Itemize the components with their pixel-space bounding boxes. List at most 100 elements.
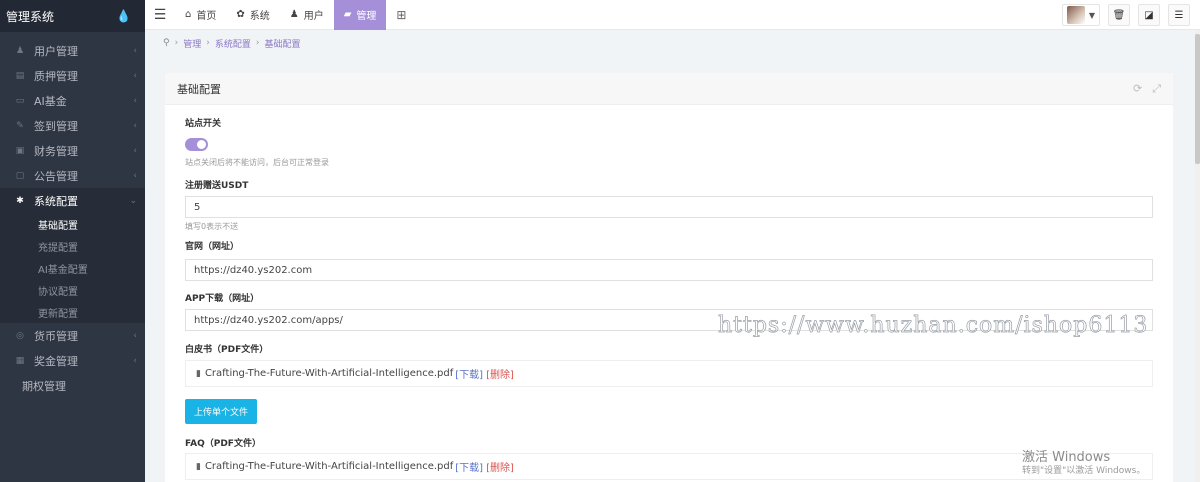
sidebar-item[interactable]: ▣ 财务管理 ‹ xyxy=(0,138,145,163)
whitepaper-label: 白皮书（PDF文件） xyxy=(185,345,269,355)
sidebar-item[interactable]: ✎ 签到管理 ‹ xyxy=(0,113,145,138)
sidebar-item-label: 系统配置 xyxy=(34,194,78,208)
app-title: 管理系统 xyxy=(6,9,55,24)
nav-tab[interactable]: ▰ 管理 xyxy=(333,0,387,30)
sidebar-item[interactable]: 期权管理 xyxy=(0,373,145,398)
scrollbar-thumb[interactable] xyxy=(1195,34,1200,164)
expand-icon[interactable]: ⤢ xyxy=(1152,82,1161,96)
panel-header: 基础配置 ⟳ ⤢ xyxy=(165,73,1173,105)
user-icon: ♟ xyxy=(289,9,299,20)
menu-toggle-icon[interactable]: ☰ xyxy=(145,7,175,23)
faq-file: ▮ Crafting-The-Future-With-Artificial-In… xyxy=(185,453,1153,480)
monitor-icon: ▭ xyxy=(15,95,25,106)
sliders-icon: ☰ xyxy=(1174,9,1184,21)
upload-file-button[interactable]: 上传单个文件 xyxy=(185,399,257,424)
toggle-knob xyxy=(197,140,206,149)
panel-body: 站点开关 站点关闭后将不能访问，后台可正常登录 注册赠送USDT 5 填写0表示… xyxy=(165,105,1173,480)
nav-tab-label: 用户 xyxy=(303,11,324,22)
site-switch-help: 站点关闭后将不能访问，后台可正常登录 xyxy=(185,158,329,167)
chevron-left-icon: ‹ xyxy=(133,330,137,341)
avatar xyxy=(1066,6,1085,24)
trash-button[interactable]: 🗑 xyxy=(1108,4,1130,26)
submenu-item[interactable]: 基础配置 xyxy=(0,213,145,235)
sidebar-item[interactable]: ◎ 货币管理 ‹ xyxy=(0,323,145,348)
nav-tab[interactable]: ✿ 系统 xyxy=(226,0,279,30)
external-icon: ◪ xyxy=(1144,9,1154,21)
download-link[interactable]: [下载] xyxy=(455,366,483,381)
map-pin-icon: ⚲ xyxy=(163,38,170,48)
whitepaper-file: ▮ Crafting-The-Future-With-Artificial-In… xyxy=(185,360,1153,387)
list-icon: ▤ xyxy=(15,70,25,81)
chevron-left-icon: ‹ xyxy=(133,120,137,131)
gift-icon: ▦ xyxy=(15,355,25,366)
sidebar-item[interactable]: ♟ 用户管理 ‹ xyxy=(0,38,145,63)
file-icon: ▮ xyxy=(196,368,201,379)
submenu-item[interactable]: 更新配置 xyxy=(0,301,145,323)
chevron-left-icon: ‹ xyxy=(133,70,137,81)
sidebar-item[interactable]: ▦ 奖金管理 ‹ xyxy=(0,348,145,373)
nav-tab-label: 首页 xyxy=(196,11,217,22)
sidebar-item-label: 财务管理 xyxy=(34,144,78,158)
user-icon: ♟ xyxy=(15,45,25,56)
panel-title: 基础配置 xyxy=(177,82,221,96)
chevron-left-icon: ‹ xyxy=(133,45,137,56)
faq-filename: Crafting-The-Future-With-Artificial-Inte… xyxy=(204,461,454,472)
breadcrumb-item[interactable]: 系统配置 xyxy=(215,37,251,50)
site-switch-label: 站点开关 xyxy=(185,119,222,129)
watermark: https://www.huzhan.com/ishop6113 xyxy=(718,313,1149,339)
sidebar-item[interactable]: ▢ 公告管理 ‹ xyxy=(0,163,145,188)
sidebar-item-label: 用户管理 xyxy=(34,44,78,58)
fullscreen-button[interactable]: ◪ xyxy=(1138,4,1160,26)
sidebar-item-label: 公告管理 xyxy=(34,169,78,183)
nav-tab-label: 系统 xyxy=(249,11,270,22)
chevron-down-icon: ⌄ xyxy=(129,195,137,206)
nav-tab[interactable]: ♟ 用户 xyxy=(280,0,334,30)
submenu-item[interactable]: AI基金配置 xyxy=(0,257,145,279)
trash-icon: 🗑 xyxy=(1112,9,1126,21)
sidebar-item[interactable]: ▤ 质押管理 ‹ xyxy=(0,63,145,88)
windows-activation-subtitle: 转到"设置"以激活 Windows。 xyxy=(1022,466,1146,476)
download-link[interactable]: [下载] xyxy=(455,459,483,474)
delete-link[interactable]: [删除] xyxy=(486,366,514,381)
reg-gift-input[interactable]: 5 xyxy=(185,196,1153,218)
file-icon: ▢ xyxy=(15,170,25,181)
breadcrumb-item[interactable]: 管理 xyxy=(183,37,201,50)
chevron-left-icon: ‹ xyxy=(133,170,137,181)
briefcase-icon: ▰ xyxy=(343,9,352,20)
cogs-icon: ✱ xyxy=(16,195,24,206)
sidebar-menu: ♟ 用户管理 ‹ ▤ 质押管理 ‹ ▭ AI基金 ‹ ✎ 签到管理 ‹ ▣ 财务管理 ‹ ▢ 公告管理 ‹ ✱ 系统配… xyxy=(0,32,145,398)
caret-down-icon: ▼ xyxy=(1088,10,1095,20)
nav-tab[interactable]: ⌂ 首页 xyxy=(175,0,226,30)
delete-link[interactable]: [删除] xyxy=(486,459,514,474)
reg-gift-label: 注册赠送USDT xyxy=(185,181,249,191)
submenu-item[interactable]: 协议配置 xyxy=(0,279,145,301)
panel-tools: ⟳ ⤢ xyxy=(1133,82,1161,96)
sidebar-item-label: 奖金管理 xyxy=(34,354,78,368)
nav-tab-label: 管理 xyxy=(356,11,377,22)
sidebar-item-label: AI基金 xyxy=(34,94,67,108)
user-dropdown[interactable]: ▼ xyxy=(1061,4,1100,26)
droplet-icon[interactable]: 💧 xyxy=(116,9,131,23)
website-label: 官网（网址） xyxy=(185,242,240,252)
sidebar-item[interactable]: ▭ AI基金 ‹ xyxy=(0,88,145,113)
website-input[interactable]: https://dz40.ys202.com xyxy=(185,259,1153,281)
refresh-icon[interactable]: ⟳ xyxy=(1133,82,1142,96)
grid-icon[interactable]: ⊞ xyxy=(386,8,416,22)
submenu-item[interactable]: 充提配置 xyxy=(0,235,145,257)
top-navbar: ☰ ⌂ 首页 ✿ 系统 ♟ 用户 ▰ 管理 ⊞ ▼ 🗑 ◪ ☰ xyxy=(145,0,1200,30)
whitepaper-filename: Crafting-The-Future-With-Artificial-Inte… xyxy=(204,368,454,379)
app-label: APP下载（网址） xyxy=(185,294,260,304)
edit-icon: ✎ xyxy=(16,120,24,131)
settings-button[interactable]: ☰ xyxy=(1168,4,1190,26)
site-switch-toggle[interactable] xyxy=(185,138,208,151)
breadcrumb-item[interactable]: 基础配置 xyxy=(264,37,300,50)
chevron-left-icon: ‹ xyxy=(133,355,137,366)
gear-icon: ✿ xyxy=(236,9,245,20)
sidebar-item[interactable]: ✱ 系统配置 ⌄ xyxy=(0,188,145,213)
home-icon: ⌂ xyxy=(185,9,192,20)
chevron-left-icon: ‹ xyxy=(133,145,137,156)
sidebar-submenu: 基础配置 充提配置 AI基金配置 协议配置 更新配置 xyxy=(0,213,145,323)
file-icon: ▮ xyxy=(196,461,201,472)
brand-header: 管理系统 💧 xyxy=(0,0,145,32)
sidebar: 管理系统 💧 ♟ 用户管理 ‹ ▤ 质押管理 ‹ ▭ AI基金 ‹ ✎ 签到管理 ‹ ▣ 财务管理 ‹ ▢ 公告… xyxy=(0,0,145,482)
